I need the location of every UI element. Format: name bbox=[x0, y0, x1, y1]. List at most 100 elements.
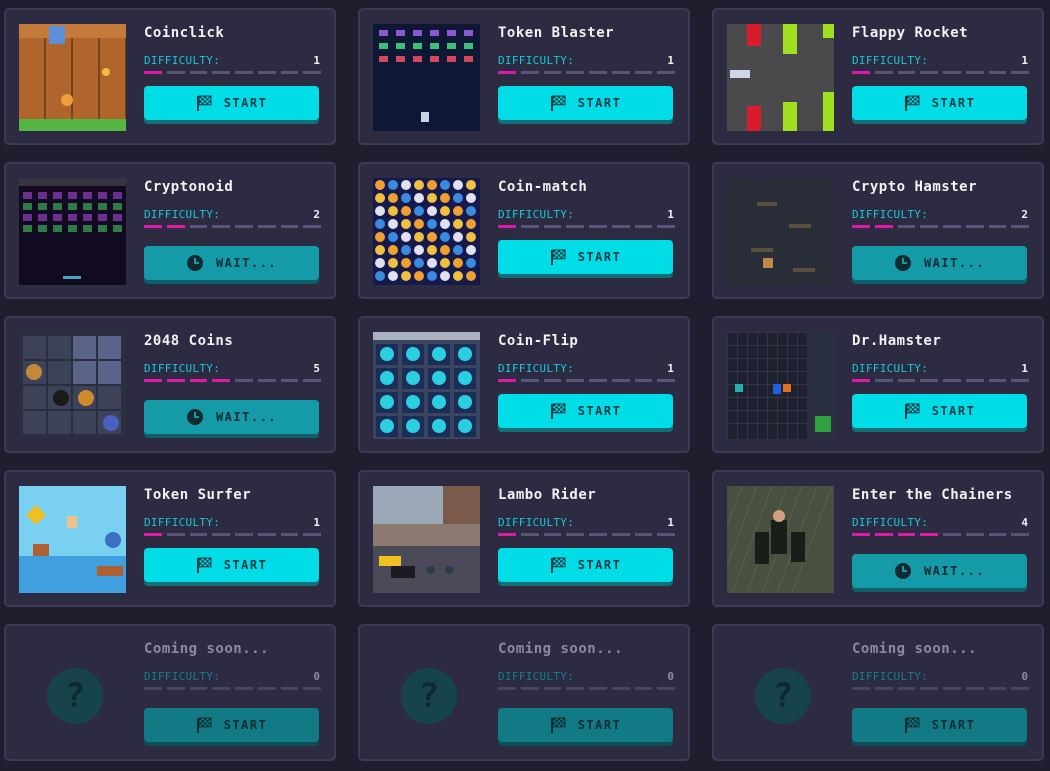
difficulty-segment bbox=[589, 379, 607, 382]
game-thumbnail[interactable] bbox=[19, 332, 126, 439]
difficulty-segment bbox=[235, 533, 253, 536]
wait-button[interactable]: WAIT... bbox=[144, 400, 319, 434]
difficulty-segment bbox=[303, 533, 321, 536]
difficulty-value: 0 bbox=[1021, 670, 1028, 683]
difficulty-segment bbox=[657, 379, 675, 382]
difficulty-segment bbox=[634, 533, 653, 536]
difficulty-segment bbox=[566, 533, 584, 536]
difficulty-value: 1 bbox=[313, 516, 320, 529]
start-button[interactable]: START bbox=[498, 394, 673, 428]
difficulty-segment bbox=[144, 379, 162, 382]
difficulty-segment bbox=[166, 533, 185, 536]
difficulty-segment bbox=[988, 379, 1007, 382]
difficulty-segment bbox=[144, 71, 162, 74]
difficulty-label: DIFFICULTY: bbox=[498, 54, 575, 67]
difficulty-segment bbox=[965, 379, 984, 382]
game-thumbnail[interactable] bbox=[373, 178, 480, 285]
difficulty-segment bbox=[166, 687, 185, 690]
difficulty-bar bbox=[144, 533, 321, 537]
game-thumbnail[interactable] bbox=[19, 24, 126, 131]
game-card: Lambo Rider DIFFICULTY: 1 START bbox=[358, 470, 690, 607]
game-thumbnail[interactable] bbox=[727, 486, 834, 593]
button-label: START bbox=[223, 96, 268, 110]
difficulty-segment bbox=[657, 687, 675, 690]
difficulty-segment bbox=[189, 71, 208, 74]
start-button[interactable]: START bbox=[144, 708, 319, 742]
start-button[interactable]: START bbox=[852, 708, 1027, 742]
difficulty-label: DIFFICULTY: bbox=[852, 208, 929, 221]
difficulty-value: 1 bbox=[667, 362, 674, 375]
difficulty-segment bbox=[498, 379, 516, 382]
difficulty-segment bbox=[566, 71, 584, 74]
difficulty-segment bbox=[943, 225, 961, 228]
difficulty-segment bbox=[1011, 533, 1029, 536]
start-button[interactable]: START bbox=[144, 86, 319, 120]
start-button[interactable]: START bbox=[498, 86, 673, 120]
game-card: Coinclick DIFFICULTY: 1 START bbox=[4, 8, 336, 145]
start-button[interactable]: START bbox=[852, 86, 1027, 120]
difficulty-segment bbox=[166, 71, 185, 74]
start-button[interactable]: START bbox=[498, 708, 673, 742]
game-thumbnail[interactable] bbox=[727, 332, 834, 439]
game-thumbnail[interactable] bbox=[373, 24, 480, 131]
clock-icon bbox=[894, 562, 912, 580]
game-thumbnail[interactable] bbox=[373, 332, 480, 439]
difficulty-segment bbox=[897, 533, 916, 536]
game-thumbnail[interactable] bbox=[373, 486, 480, 593]
difficulty-segment bbox=[852, 687, 870, 690]
clock-icon bbox=[186, 254, 204, 272]
button-label: START bbox=[931, 404, 976, 418]
button-label: WAIT... bbox=[215, 410, 278, 424]
start-button[interactable]: START bbox=[498, 548, 673, 582]
start-button[interactable]: START bbox=[144, 548, 319, 582]
game-thumbnail[interactable] bbox=[19, 178, 126, 285]
wait-button[interactable]: WAIT... bbox=[144, 246, 319, 280]
difficulty-segment bbox=[280, 225, 299, 228]
game-card: 2048 Coins DIFFICULTY: 5 WAIT... bbox=[4, 316, 336, 453]
game-thumbnail[interactable] bbox=[727, 178, 834, 285]
difficulty-segment bbox=[611, 379, 630, 382]
checkered-flag-icon bbox=[196, 95, 212, 111]
difficulty-segment bbox=[988, 687, 1007, 690]
difficulty-segment bbox=[874, 225, 893, 228]
difficulty-segment bbox=[520, 533, 539, 536]
difficulty-label: DIFFICULTY: bbox=[852, 516, 929, 529]
difficulty-label: DIFFICULTY: bbox=[852, 362, 929, 375]
difficulty-segment bbox=[897, 379, 916, 382]
checkered-flag-icon bbox=[550, 717, 566, 733]
difficulty-segment bbox=[520, 379, 539, 382]
difficulty-segment bbox=[874, 533, 893, 536]
difficulty-segment bbox=[189, 533, 208, 536]
difficulty-segment bbox=[943, 533, 961, 536]
wait-button[interactable]: WAIT... bbox=[852, 246, 1027, 280]
difficulty-segment bbox=[543, 379, 562, 382]
checkered-flag-icon bbox=[550, 95, 566, 111]
game-title: Coming soon... bbox=[852, 641, 978, 657]
difficulty-segment bbox=[965, 71, 984, 74]
difficulty-segment bbox=[852, 533, 870, 536]
difficulty-segment bbox=[1011, 71, 1029, 74]
button-label: START bbox=[577, 250, 622, 264]
game-card: Flappy Rocket DIFFICULTY: 1 START bbox=[712, 8, 1044, 145]
difficulty-segment bbox=[212, 687, 230, 690]
difficulty-bar bbox=[144, 225, 321, 229]
game-thumbnail[interactable] bbox=[727, 24, 834, 131]
game-card: ? Coming soon... DIFFICULTY: 0 START bbox=[358, 624, 690, 761]
game-card: ? Coming soon... DIFFICULTY: 0 START bbox=[712, 624, 1044, 761]
difficulty-segment bbox=[874, 379, 893, 382]
checkered-flag-icon bbox=[904, 95, 920, 111]
difficulty-segment bbox=[212, 71, 230, 74]
start-button[interactable]: START bbox=[852, 394, 1027, 428]
game-thumbnail[interactable] bbox=[19, 486, 126, 593]
difficulty-segment bbox=[897, 71, 916, 74]
difficulty-segment bbox=[498, 225, 516, 228]
button-label: START bbox=[931, 96, 976, 110]
game-title: 2048 Coins bbox=[144, 333, 234, 349]
difficulty-segment bbox=[634, 71, 653, 74]
start-button[interactable]: START bbox=[498, 240, 673, 274]
wait-button[interactable]: WAIT... bbox=[852, 554, 1027, 588]
difficulty-segment bbox=[166, 379, 185, 382]
button-label: WAIT... bbox=[923, 256, 986, 270]
difficulty-bar bbox=[852, 533, 1029, 537]
difficulty-bar bbox=[852, 687, 1029, 691]
